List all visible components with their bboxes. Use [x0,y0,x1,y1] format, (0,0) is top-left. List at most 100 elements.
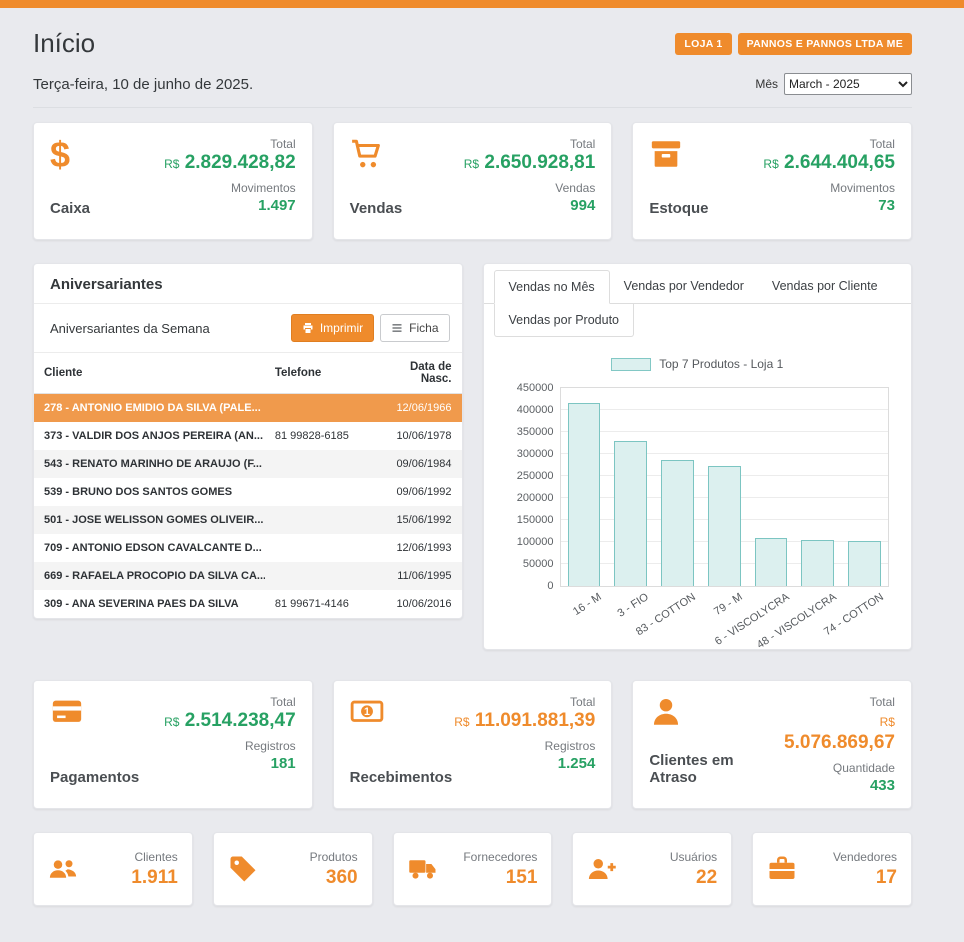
table-header-row: Cliente Telefone Data de Nasc. [34,353,462,394]
telefone-cell [265,506,368,534]
current-date: Terça-feira, 10 de junho de 2025. [33,76,253,93]
currency-prefix: R$ [164,157,179,171]
pagamentos-total-value: R$ 2.514.238,47 [164,710,296,732]
month-select[interactable]: March - 2025 [784,73,912,95]
caixa-total-label: Total [164,137,296,151]
birthdays-table: Cliente Telefone Data de Nasc. 278 - ANT… [34,353,462,618]
clientes-atraso-title: Clientes em Atraso [649,752,774,786]
bar-16 - M [568,403,601,586]
ficha-button[interactable]: Ficha [380,314,449,342]
recebimentos-card: 1 Recebimentos Total R$ 11.091.881,39 Re… [333,680,613,809]
bar-slot [607,388,654,586]
bar-chart: Top 7 Produtos - Loja 1 0500001000001500… [484,337,912,649]
table-row[interactable]: 539 - BRUNO DOS SANTOS GOMES09/06/1992 [34,478,462,506]
people-icon [48,854,78,884]
fornecedores-value: 151 [463,867,537,889]
chart-bars [561,388,889,586]
nascimento-cell: 10/06/2016 [367,590,461,618]
vendas-count-value: 994 [464,197,596,214]
middle-section: Aniversariantes Aniversariantes da Seman… [33,263,912,650]
bar-6 - VISCOLYCRA [755,538,788,586]
clientes-mini-card: Clientes 1.911 [33,832,193,906]
vendas-title: Vendas [350,200,403,217]
bar-83 - COTTON [661,460,694,586]
tab-vendas-no-mes[interactable]: Vendas no Mês [494,270,610,304]
top-accent-bar [0,0,964,8]
pagamentos-card: Pagamentos Total R$ 2.514.238,47 Registr… [33,680,313,809]
chart-legend: Top 7 Produtos - Loja 1 [498,357,898,371]
store-badges: LOJA 1 PANNOS E PANNOS LTDA ME [675,33,912,55]
caixa-total-value: R$ 2.829.428,82 [164,152,296,174]
usuarios-mini-card: Usuários 22 [572,832,732,906]
col-telefone: Telefone [265,353,368,394]
table-row[interactable]: 278 - ANTONIO EMIDIO DA SILVA (PALE...12… [34,394,462,423]
recebimentos-total-value: R$ 11.091.881,39 [454,710,595,732]
ficha-button-label: Ficha [409,321,438,335]
table-row[interactable]: 543 - RENATO MARINHO DE ARAUJO (F...09/0… [34,450,462,478]
birthdays-table-body: 278 - ANTONIO EMIDIO DA SILVA (PALE...12… [34,394,462,619]
print-button[interactable]: Imprimir [291,314,374,342]
nascimento-cell: 15/06/1992 [367,506,461,534]
month-label: Mês [755,77,778,91]
recebimentos-total-label: Total [454,695,595,709]
subheader: Terça-feira, 10 de junho de 2025. Mês Ma… [33,73,912,108]
caixa-title: Caixa [50,200,90,217]
nascimento-cell: 09/06/1992 [367,478,461,506]
bar-slot [561,388,608,586]
store-badge-loja1[interactable]: LOJA 1 [675,33,731,55]
cliente-cell: 709 - ANTONIO EDSON CAVALCANTE D... [34,534,265,562]
bar-74 - COTTON [848,541,881,586]
telefone-cell: 81 99671-4146 [265,590,368,618]
page-title: Início [33,28,95,59]
vendedores-mini-card: Vendedores 17 [752,832,912,906]
svg-text:1: 1 [364,706,370,718]
bar-slot [841,388,888,586]
tab-vendas-por-cliente[interactable]: Vendas por Cliente [758,270,892,303]
chart-xlabels: 16 - M3 - FIO83 - COTTON79 - M6 - VISCOL… [560,587,890,641]
x-label-slot: 83 - COTTON [654,587,701,641]
table-row[interactable]: 709 - ANTONIO EDSON CAVALCANTE D... 12/06… [34,534,462,562]
pagamentos-title: Pagamentos [50,769,139,786]
dollar-icon: $ [50,137,90,173]
tab-vendas-por-vendedor[interactable]: Vendas por Vendedor [610,270,758,303]
user-icon [649,695,774,729]
tab-vendas-por-produto[interactable]: Vendas por Produto [494,304,635,337]
telefone-cell [265,450,368,478]
usuarios-value: 22 [670,867,717,889]
table-row[interactable]: 501 - JOSE WELISSON GOMES OLIVEIR...15/0… [34,506,462,534]
table-row[interactable]: 309 - ANA SEVERINA PAES DA SILVA81 99671… [34,590,462,618]
printer-icon [302,322,314,334]
clientes-atraso-total-value: R$ 5.076.869,67 [774,710,895,754]
produtos-value: 360 [310,867,358,889]
vendas-total-value: R$ 2.650.928,81 [464,152,596,174]
vendedores-value: 17 [833,867,897,889]
bar-79 - M [708,466,741,586]
pagamentos-total-label: Total [164,695,296,709]
clientes-value: 1.911 [131,867,178,889]
estoque-count-value: 73 [763,197,895,214]
caixa-count-value: 1.497 [164,197,296,214]
company-badge[interactable]: PANNOS E PANNOS LTDA ME [738,33,912,55]
nascimento-cell: 12/06/1993 [367,534,461,562]
amount-text: 2.514.238,47 [185,710,296,731]
caixa-card: $ Caixa Total R$ 2.829.428,82 Movimentos… [33,122,313,240]
table-row[interactable]: 373 - VALDIR DOS ANJOS PEREIRA (AN...81 … [34,422,462,450]
currency-prefix: R$ [880,715,895,729]
clientes-atraso-card: Clientes em Atraso Total R$ 5.076.869,67… [632,680,912,809]
produtos-mini-card: Produtos 360 [213,832,373,906]
estoque-count-label: Movimentos [763,181,895,195]
list-icon [391,322,403,334]
nascimento-cell: 12/06/1966 [367,394,461,423]
clientes-atraso-count-label: Quantidade [774,761,895,775]
x-label-slot: 16 - M [560,587,607,641]
currency-prefix: R$ [454,715,469,729]
x-tick-label: 3 - FIO [615,591,650,620]
y-tick-label: 200000 [504,492,554,504]
birthdays-title: Aniversariantes [34,264,462,304]
table-row[interactable]: 669 - RAFAELA PROCOPIO DA SILVA CA...11/… [34,562,462,590]
credit-card-icon [50,695,139,729]
cliente-cell: 309 - ANA SEVERINA PAES DA SILVA [34,590,265,618]
amount-text: 5.076.869,67 [784,732,895,753]
telefone-cell [265,534,368,562]
x-label-slot: 74 - COTTON [842,587,889,641]
